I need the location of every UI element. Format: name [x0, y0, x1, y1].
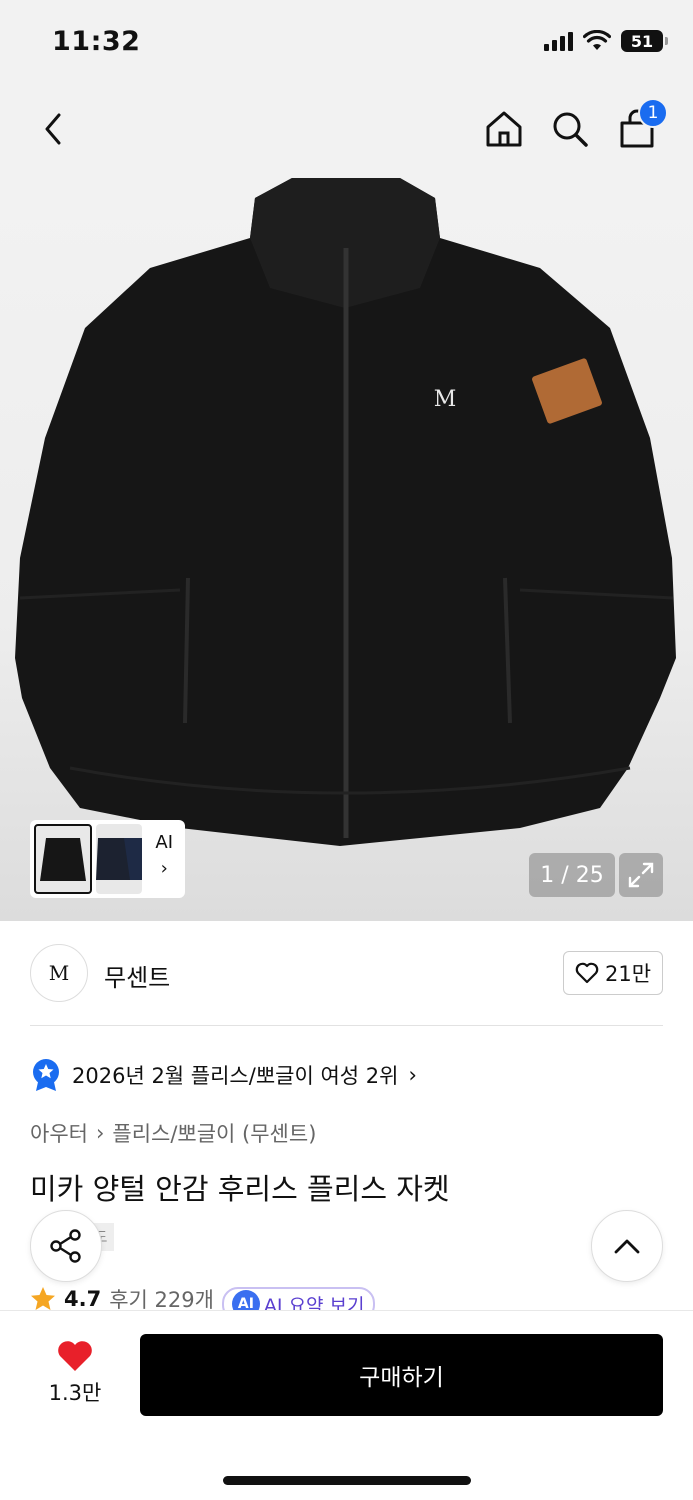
breadcrumb-subcategory[interactable]: 플리스/뽀글이 (무센트)	[112, 1118, 316, 1148]
bottom-action-bar: 1.3만 구매하기	[0, 1310, 693, 1500]
wishlist-count: 1.3만	[48, 1381, 102, 1405]
ranking-link[interactable]: 2026년 2월 플리스/뽀글이 여성 2위 ›	[30, 1058, 417, 1092]
breadcrumb-separator: ›	[95, 1121, 105, 1145]
home-indicator	[223, 1476, 471, 1485]
status-icons: 51	[544, 30, 668, 52]
status-bar: 11:32 51	[0, 0, 693, 84]
breadcrumb: 아우터 › 플리스/뽀글이 (무센트)	[30, 1118, 316, 1148]
star-icon	[31, 1287, 55, 1310]
thumbnail-1[interactable]	[34, 824, 92, 894]
ranking-badge-icon	[33, 1059, 59, 1091]
breadcrumb-category[interactable]: 아우터	[30, 1118, 88, 1148]
product-title: 미카 양털 안감 후리스 플리스 자켓	[30, 1172, 450, 1206]
battery-icon: 51	[621, 30, 668, 52]
heart-outline-icon	[575, 962, 599, 984]
rating-value: 4.7	[64, 1287, 102, 1311]
product-image[interactable]: M AI › 1 / 25	[0, 178, 693, 921]
thumbnail-strip[interactable]: AI ›	[30, 820, 185, 898]
jacket-illustration: M	[15, 178, 676, 846]
heart-filled-icon	[58, 1341, 92, 1371]
divider	[30, 1025, 663, 1026]
brand-like-count: 21만	[604, 962, 652, 986]
home-icon	[486, 111, 522, 147]
thumbnail-2[interactable]	[96, 824, 142, 894]
image-page-counter: 1 / 25	[529, 853, 615, 897]
search-icon	[553, 112, 588, 147]
brand-name[interactable]: 무센트	[104, 958, 170, 993]
svg-text:M: M	[434, 387, 457, 412]
wifi-icon	[583, 30, 611, 50]
expand-icon	[628, 862, 654, 888]
chevron-right-icon: ›	[408, 1063, 417, 1087]
wishlist-button[interactable]: 1.3만	[40, 1339, 110, 1407]
search-button[interactable]	[545, 104, 595, 154]
brand-like-button[interactable]: 21만	[563, 951, 663, 995]
expand-image-button[interactable]	[619, 853, 663, 897]
brand-row[interactable]: M 무센트 21만	[30, 944, 663, 1002]
back-button[interactable]	[28, 104, 78, 154]
home-button[interactable]	[479, 104, 529, 154]
scroll-top-button[interactable]	[591, 1210, 663, 1282]
share-button[interactable]	[30, 1210, 102, 1282]
ranking-text: 2026년 2월 플리스/뽀글이 여성 2위	[72, 1064, 399, 1088]
chevron-up-icon	[614, 1239, 640, 1254]
share-icon	[50, 1229, 81, 1263]
brand-logo[interactable]: M	[30, 944, 88, 1002]
chevron-right-icon: ›	[160, 858, 168, 879]
status-time: 11:32	[52, 26, 141, 57]
buy-button[interactable]: 구매하기	[140, 1334, 663, 1416]
cart-button[interactable]: 1	[612, 98, 668, 154]
chevron-left-icon	[45, 113, 61, 145]
nav-bar: 1	[0, 84, 693, 178]
ai-gallery-link[interactable]: AI ›	[155, 830, 173, 882]
cart-count-badge: 1	[638, 98, 668, 128]
signal-icon	[544, 31, 573, 51]
